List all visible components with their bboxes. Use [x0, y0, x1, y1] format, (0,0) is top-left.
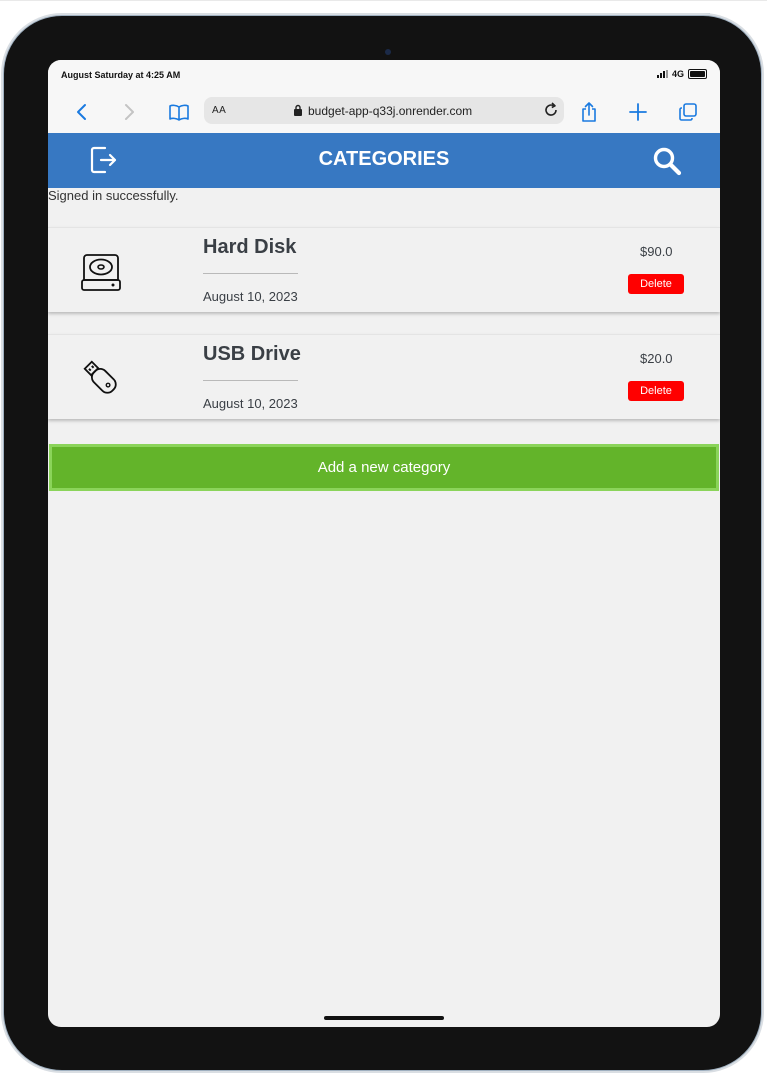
category-name[interactable]: USB Drive — [203, 343, 301, 366]
url-text: budget-app-q33j.onrender.com — [308, 104, 473, 118]
category-card[interactable]: Hard Disk August 10, 2023 $90.0 Delete — [48, 227, 720, 312]
status-bar: August Saturday at 4:25 AM 4G — [48, 60, 720, 92]
app-header: CATEGORIES — [48, 133, 720, 188]
search-icon — [653, 147, 682, 176]
page-title: CATEGORIES — [318, 148, 450, 170]
category-date: August 10, 2023 — [203, 396, 298, 411]
share-button[interactable] — [577, 100, 601, 124]
category-date: August 10, 2023 — [203, 289, 298, 304]
top-divider — [0, 0, 767, 1]
bookmarks-button[interactable] — [167, 100, 191, 124]
flash-notice: Signed in successfully. — [48, 188, 179, 203]
address-bar[interactable]: AA budget-app-q33j.onrender.com — [204, 97, 564, 124]
add-category-label: Add a new category — [317, 459, 451, 476]
signal-icon — [656, 70, 668, 78]
status-time: August Saturday at 4:25 AM — [61, 70, 181, 80]
book-icon — [169, 104, 189, 121]
network-type: 4G — [671, 69, 684, 79]
add-category-button[interactable]: Add a new category — [49, 444, 719, 491]
search-button[interactable] — [652, 146, 682, 176]
tablet-screen: August Saturday at 4:25 AM 4G AA budget-… — [48, 60, 720, 1027]
battery-icon — [688, 69, 707, 79]
status-indicators: 4G — [656, 69, 707, 79]
delete-button[interactable]: Delete — [628, 381, 684, 401]
reload-icon — [545, 102, 557, 116]
category-amount: $20.0 — [640, 351, 673, 366]
home-indicator — [324, 1016, 444, 1020]
chevron-left-icon — [77, 104, 86, 120]
category-amount: $90.0 — [640, 244, 673, 259]
top-accent-line — [638, 13, 710, 15]
back-button[interactable] — [70, 100, 94, 124]
category-divider — [203, 380, 298, 381]
plus-icon — [629, 103, 647, 121]
top-frame-lines — [0, 0, 767, 15]
chevron-right-icon — [125, 104, 134, 120]
share-icon — [582, 102, 596, 122]
front-camera — [385, 49, 391, 55]
hard-disk-icon — [81, 254, 121, 291]
category-name[interactable]: Hard Disk — [203, 236, 296, 259]
tabs-button[interactable] — [676, 100, 700, 124]
delete-button[interactable]: Delete — [628, 274, 684, 294]
reload-button[interactable] — [542, 101, 560, 124]
lock-icon — [294, 104, 302, 116]
category-card[interactable]: USB Drive August 10, 2023 $20.0 Delete — [48, 334, 720, 419]
text-size-button[interactable]: AA — [212, 105, 226, 116]
category-divider — [203, 273, 298, 274]
forward-button[interactable] — [117, 100, 141, 124]
tabs-icon — [679, 103, 697, 121]
usb-drive-icon — [83, 360, 117, 394]
browser-toolbar: AA budget-app-q33j.onrender.com — [48, 92, 720, 133]
new-tab-button[interactable] — [626, 100, 650, 124]
